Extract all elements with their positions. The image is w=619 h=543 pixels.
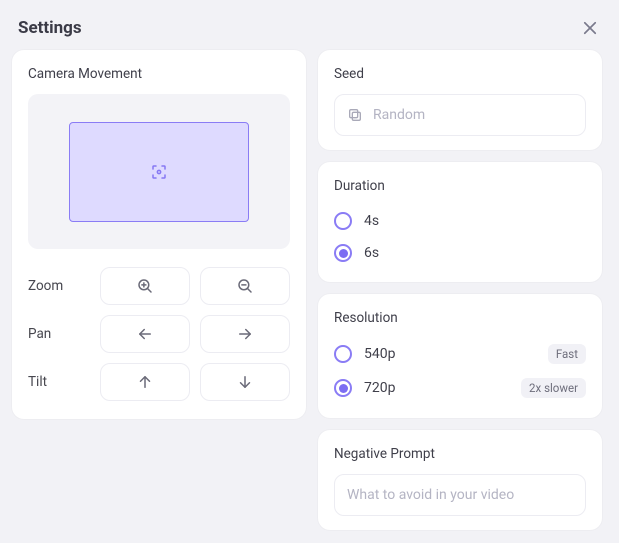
radio-icon: [334, 212, 352, 230]
resolution-option-540p[interactable]: 540p Fast: [334, 338, 586, 370]
speed-badge: 2x slower: [521, 378, 586, 398]
duration-option-label: 6s: [364, 245, 379, 261]
duration-option-6s[interactable]: 6s: [334, 238, 586, 268]
radio-icon: [334, 244, 352, 262]
duration-card: Duration 4s 6s: [318, 162, 602, 282]
arrow-down-icon: [236, 373, 254, 391]
resolution-title: Resolution: [334, 310, 586, 326]
resolution-option-720p[interactable]: 720p 2x slower: [334, 372, 586, 404]
tilt-label: Tilt: [28, 374, 90, 390]
zoom-out-button[interactable]: [200, 267, 290, 305]
camera-preview-stage: [28, 94, 290, 249]
zoom-in-icon: [136, 277, 154, 295]
seed-input[interactable]: [373, 107, 573, 123]
negative-prompt-title: Negative Prompt: [334, 446, 586, 462]
seed-card: Seed: [318, 50, 602, 150]
speed-badge: Fast: [548, 344, 586, 364]
duration-option-label: 4s: [364, 213, 379, 229]
seed-input-wrapper[interactable]: [334, 94, 586, 136]
resolution-option-label: 720p: [364, 380, 395, 396]
arrow-up-icon: [136, 373, 154, 391]
resolution-card: Resolution 540p Fast 720p 2x slower: [318, 294, 602, 418]
page-title: Settings: [18, 18, 82, 38]
duration-title: Duration: [334, 178, 586, 194]
close-button[interactable]: [576, 14, 604, 42]
camera-movement-title: Camera Movement: [28, 66, 290, 82]
pan-left-button[interactable]: [100, 315, 190, 353]
radio-icon: [334, 345, 352, 363]
zoom-label: Zoom: [28, 278, 90, 294]
pan-label: Pan: [28, 326, 90, 342]
close-icon: [581, 19, 599, 37]
duration-option-4s[interactable]: 4s: [334, 206, 586, 236]
arrow-right-icon: [236, 325, 254, 343]
tilt-down-button[interactable]: [200, 363, 290, 401]
seed-title: Seed: [334, 66, 586, 82]
camera-preview-frame[interactable]: [69, 122, 249, 222]
camera-movement-card: Camera Movement Zoom: [12, 50, 306, 419]
negative-prompt-input[interactable]: [334, 474, 586, 516]
zoom-out-icon: [236, 277, 254, 295]
zoom-in-button[interactable]: [100, 267, 190, 305]
radio-icon: [334, 379, 352, 397]
resolution-option-label: 540p: [364, 346, 395, 362]
pan-right-button[interactable]: [200, 315, 290, 353]
negative-prompt-card: Negative Prompt: [318, 430, 602, 530]
copy-icon: [347, 107, 363, 123]
tilt-up-button[interactable]: [100, 363, 190, 401]
focus-icon: [150, 163, 168, 181]
arrow-left-icon: [136, 325, 154, 343]
